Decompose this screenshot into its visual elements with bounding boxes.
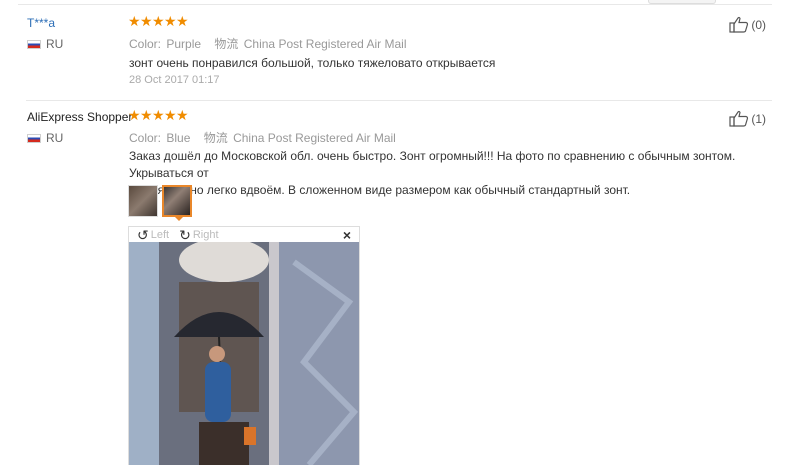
star-icon: ★	[128, 107, 141, 123]
order-info: Color: Blue 物流 China Post Registered Air…	[129, 129, 396, 146]
country-code: RU	[46, 37, 64, 51]
order-info: Color: Purple 物流 China Post Registered A…	[129, 35, 407, 52]
rating-stars: ★ ★ ★ ★ ★	[128, 107, 189, 123]
rating-stars: ★ ★ ★ ★ ★	[128, 13, 189, 29]
russia-flag-icon	[27, 39, 41, 49]
photo-image	[129, 242, 359, 465]
russia-flag-icon	[27, 133, 41, 143]
reviewer-country: RU	[27, 131, 63, 145]
color-label: Color:	[129, 131, 162, 145]
reviewer-country: RU	[27, 37, 63, 51]
thumbs-up-icon	[729, 16, 749, 33]
divider	[18, 4, 772, 5]
review-date: 28 Oct 2017 01:17	[129, 74, 220, 86]
shipping-value: China Post Registered Air Mail	[243, 37, 407, 51]
star-icon: ★	[140, 13, 153, 29]
star-icon: ★	[152, 13, 165, 29]
star-icon: ★	[152, 107, 165, 123]
helpful-count: (0)	[751, 17, 766, 32]
country-code: RU	[46, 131, 64, 145]
star-icon: ★	[176, 107, 189, 123]
review-text: зонт очень понравился большой, только тя…	[129, 56, 496, 70]
review-text-line: Заказ дошёл до Московской обл. очень быс…	[129, 149, 736, 180]
shipping-value: China Post Registered Air Mail	[233, 131, 396, 145]
review-photos	[128, 185, 192, 221]
reviewer-name[interactable]: T***a	[27, 16, 55, 30]
viewer-toolbar: ↺ Left ↻ Right ×	[129, 227, 359, 243]
rotate-right-label[interactable]: Right	[193, 229, 219, 241]
review-text-line: дождя можно легко вдвоём. В сложенном ви…	[129, 183, 631, 197]
star-icon: ★	[128, 13, 141, 29]
star-icon: ★	[140, 107, 153, 123]
shipping-label: 物流	[203, 131, 228, 145]
review-item: T***a RU ★ ★ ★ ★ ★ Color: Purple 物流 Chin…	[26, 14, 772, 101]
reviewer-name: AliExpress Shopper	[27, 110, 133, 124]
helpful-count: (1)	[751, 111, 766, 126]
shipping-label: 物流	[214, 37, 239, 51]
color-label: Color:	[129, 37, 162, 51]
photo-thumbnail[interactable]	[128, 185, 158, 217]
review-text: Заказ дошёл до Московской обл. очень быс…	[129, 148, 772, 199]
photo-viewer: ↺ Left ↻ Right ×	[128, 226, 360, 465]
close-icon[interactable]: ×	[343, 227, 351, 243]
star-icon: ★	[164, 13, 177, 29]
star-icon: ★	[176, 13, 189, 29]
review-photo-large	[129, 242, 359, 465]
rotate-left-label[interactable]: Left	[151, 229, 169, 241]
helpful-button[interactable]: (1)	[729, 110, 766, 127]
color-value: Blue	[166, 131, 191, 145]
rotate-right-icon[interactable]: ↻	[179, 228, 191, 242]
selected-caret-icon	[174, 216, 184, 221]
star-icon: ★	[164, 107, 177, 123]
color-value: Purple	[166, 37, 202, 51]
thumbs-up-icon	[729, 110, 749, 127]
photo-thumbnail-selected[interactable]	[162, 185, 192, 221]
helpful-button[interactable]: (0)	[729, 16, 766, 33]
rotate-left-icon[interactable]: ↺	[137, 228, 149, 242]
